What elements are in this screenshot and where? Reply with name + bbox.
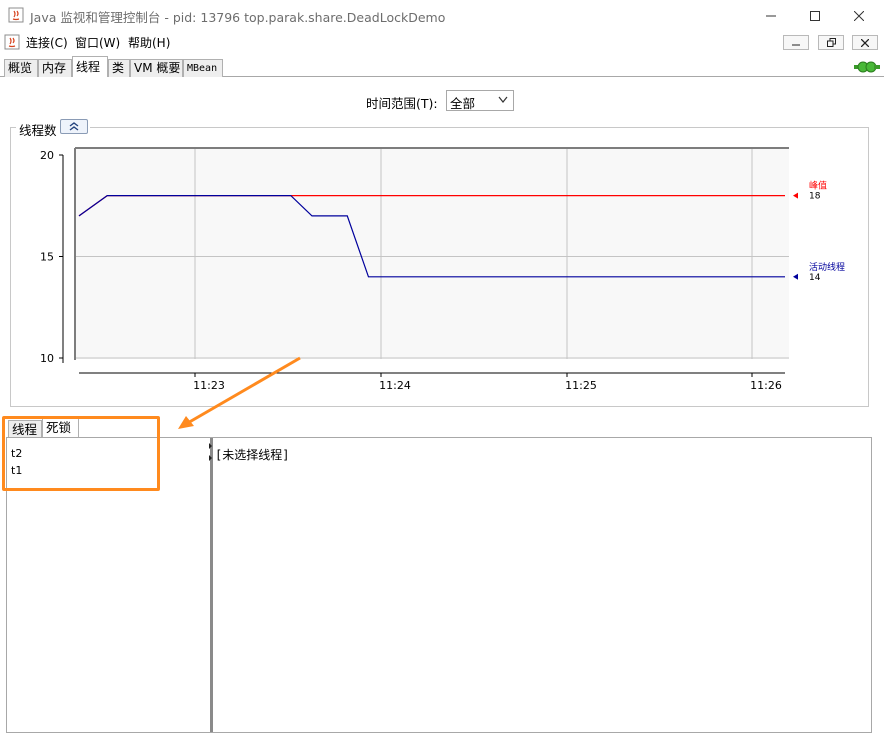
- x-tick-label: 11:24: [379, 379, 411, 392]
- no-thread-selected-text: [未选择线程]: [215, 448, 290, 462]
- y-tick-label: 20: [40, 149, 54, 162]
- y-tick-label: 15: [40, 251, 54, 264]
- x-tick-label: 11:25: [565, 379, 597, 392]
- legend-name-1: 活动线程: [809, 261, 845, 273]
- legend-name-0: 峰值: [809, 180, 827, 192]
- legend-marker-0: [793, 192, 798, 199]
- x-tick-label: 11:23: [193, 379, 225, 392]
- x-axis-ticks: 11:23 11:24 11:25 11:26: [193, 373, 782, 392]
- legend-marker-1: [793, 273, 798, 280]
- y-axis-ticks: 20 15 10: [40, 149, 63, 365]
- plot-area: [76, 148, 789, 359]
- x-tick-label: 11:26: [750, 379, 782, 392]
- legend-value-1: 14: [809, 273, 821, 283]
- highlight-box: [2, 416, 160, 491]
- y-tick-label: 10: [40, 352, 54, 365]
- legend-value-0: 18: [809, 192, 821, 202]
- legend: 峰值18 活动线程14: [793, 180, 845, 283]
- thread-count-chart: 20 15 10 11:23 11:24 11:25 11:26 峰值18 活动线程14: [40, 147, 845, 392]
- split-pane-divider[interactable]: [210, 438, 213, 732]
